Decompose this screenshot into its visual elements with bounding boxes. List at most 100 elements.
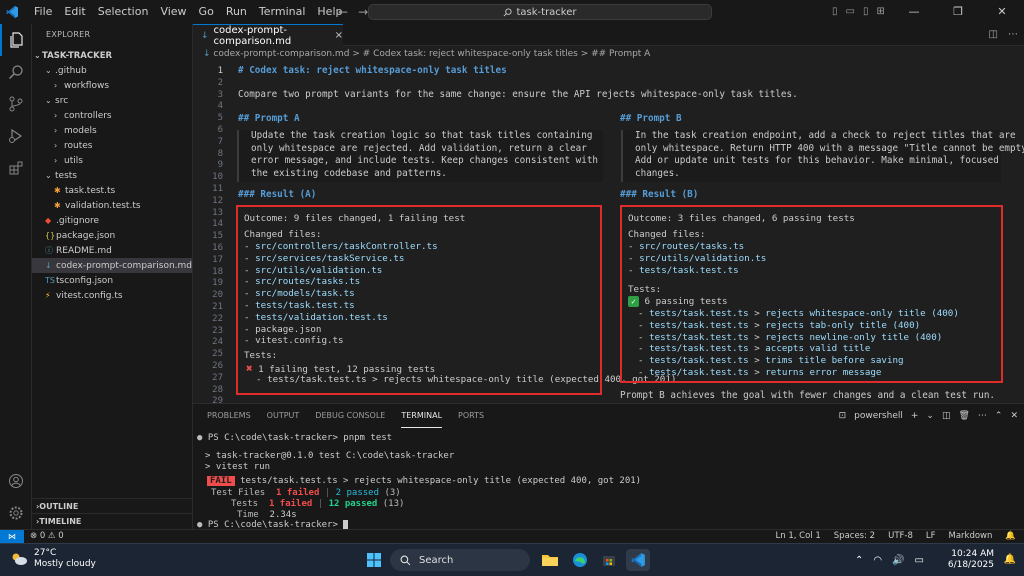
menu-file[interactable]: File [28,0,58,24]
terminal-shell-name[interactable]: powershell [854,404,903,428]
markdown-file-icon: ↓ [203,49,211,59]
split-terminal-icon[interactable]: ◫ [942,404,951,428]
tab-debug-console[interactable]: DEBUG CONSOLE [315,404,385,428]
tree-item[interactable]: ✱ validation.test.ts [32,198,192,213]
taskbar-search[interactable]: Search [390,549,530,571]
end-of-line[interactable]: LF [926,530,936,543]
tree-item-label: src [55,96,69,106]
tree-item[interactable]: › routes [32,138,192,153]
vscode-taskbar-icon[interactable] [626,549,650,571]
wifi-icon[interactable]: ◠ [873,544,882,576]
outline-section[interactable]: ›OUTLINE [32,498,192,513]
tree-item-label: README.md [56,246,112,256]
source-control-icon[interactable] [0,88,32,120]
chevron-down-icon: ⌄ [34,51,41,60]
taskbar-clock[interactable]: 10:24 AM 6/18/2025 [948,549,994,571]
title-bar: File Edit Selection View Go Run Terminal… [0,0,1024,24]
run-debug-icon[interactable] [0,120,32,152]
toggle-panel-icon[interactable]: ▭ [846,0,855,24]
tab-ports[interactable]: PORTS [458,404,484,428]
windows-start-icon[interactable] [362,549,386,571]
menu-run[interactable]: Run [220,0,253,24]
menu-go[interactable]: Go [193,0,220,24]
chevron-up-icon[interactable]: ⌃ [855,544,863,576]
breadcrumb[interactable]: ↓ codex-prompt-comparison.md > # Codex t… [193,46,1024,63]
tree-item-label: codex-prompt-comparison.md [56,261,192,271]
notifications-bell-icon[interactable]: 🔔 [1005,530,1016,543]
forward-arrow-icon[interactable]: → [358,0,368,24]
edge-browser-icon[interactable] [568,549,592,571]
search-icon[interactable] [0,56,32,88]
menu-terminal[interactable]: Terminal [253,0,312,24]
tab-terminal[interactable]: TERMINAL [401,404,443,428]
result-b-summary: 6 passing tests [644,296,728,307]
close-panel-icon[interactable]: ✕ [1010,404,1018,428]
cursor-position[interactable]: Ln 1, Col 1 [776,530,821,543]
prompt-b-text: In the task creation endpoint, add a che… [621,130,1024,182]
tree-item[interactable]: ⓘ README.md [32,243,192,258]
weather-widget[interactable]: 27°C Mostly cloudy [10,548,96,570]
menu-selection[interactable]: Selection [92,0,155,24]
file-explorer-icon[interactable] [538,549,562,571]
close-icon[interactable]: ✕ [980,0,1024,24]
settings-gear-icon[interactable] [0,497,32,529]
store-icon[interactable] [597,549,621,571]
notification-icon[interactable]: 🔔 [1004,554,1016,565]
minimize-icon[interactable]: — [892,0,936,24]
toggle-secondary-sidebar-icon[interactable]: ▯ [863,0,869,24]
tree-item[interactable]: › models [32,123,192,138]
tree-item[interactable]: ⌄ .github [32,63,192,78]
line-number: 2 [217,77,223,88]
accounts-icon[interactable] [0,465,32,497]
more-actions-icon[interactable]: ⋯ [1008,24,1018,46]
line-number: 19 [212,278,223,289]
split-editor-icon[interactable]: ◫ [989,24,998,46]
chevron-down-icon[interactable]: ⌄ [926,404,934,428]
menu-view[interactable]: View [154,0,192,24]
tree-item[interactable]: ◆ .gitignore [32,213,192,228]
trash-icon[interactable]: 🗑 [958,404,969,428]
tree-item[interactable]: › controllers [32,108,192,123]
encoding[interactable]: UTF-8 [888,530,913,543]
line-number: 7 [217,136,223,147]
tree-item[interactable]: ✱ task.test.ts [32,183,192,198]
language-mode[interactable]: Markdown [949,530,993,543]
tree-item[interactable]: › workflows [32,78,192,93]
close-icon[interactable]: × [335,30,343,41]
project-root[interactable]: ⌄TASK-TRACKER [32,48,192,63]
tab-codex-prompt-comparison[interactable]: ↓ codex-prompt-comparison.md × [193,24,343,47]
customize-layout-icon[interactable]: ⊞ [876,0,884,24]
tree-item[interactable]: {}package.json [32,228,192,243]
timeline-section[interactable]: ›TIMELINE [32,513,192,528]
maximize-panel-icon[interactable]: ⌃ [995,404,1003,428]
editor-content[interactable]: 1 2 3 4 5 6 7 8 9 10 11 12 13 14 15 16 17 18 19 20 21 22 23 24 2… [193,63,1024,403]
extensions-icon[interactable] [0,152,32,184]
indentation[interactable]: Spaces: 2 [834,530,875,543]
bottom-panel: PROBLEMS OUTPUT DEBUG CONSOLE TERMINAL P… [193,403,1024,530]
menu-edit[interactable]: Edit [58,0,91,24]
tree-item[interactable]: ⌄ tests [32,168,192,183]
vscode-logo-icon [0,0,24,24]
problems-indicator[interactable]: ⊗ 0 ⚠ 0 [30,530,64,543]
more-actions-icon[interactable]: ⋯ [978,404,987,428]
tree-item[interactable]: TStsconfig.json [32,273,192,288]
remote-indicator-icon[interactable]: ⋈ [0,530,24,543]
tree-item[interactable]: › utils [32,153,192,168]
tree-item[interactable]: ⌄ src [32,93,192,108]
tests-label: Tests [231,499,259,509]
toggle-sidebar-icon[interactable]: ▯ [832,0,838,24]
command-center[interactable]: task-tracker [368,4,712,20]
new-terminal-icon[interactable]: + [911,404,919,428]
test-file: tests/task.test.ts [649,367,749,378]
back-arrow-icon[interactable]: ← [338,0,348,24]
file-path: src/utils/validation.ts [639,252,767,264]
tree-item[interactable]: ⚡ vitest.config.ts [32,288,192,303]
result-b-tests-label: Tests: [628,284,662,295]
volume-icon[interactable]: 🔊 [892,544,904,576]
battery-icon[interactable]: ▭ [915,544,924,576]
tab-output[interactable]: OUTPUT [267,404,300,428]
tree-item[interactable]: ↓ codex-prompt-comparison.md [32,258,192,273]
explorer-icon[interactable] [0,24,32,56]
maximize-icon[interactable]: ❐ [936,0,980,24]
tab-problems[interactable]: PROBLEMS [207,404,251,428]
